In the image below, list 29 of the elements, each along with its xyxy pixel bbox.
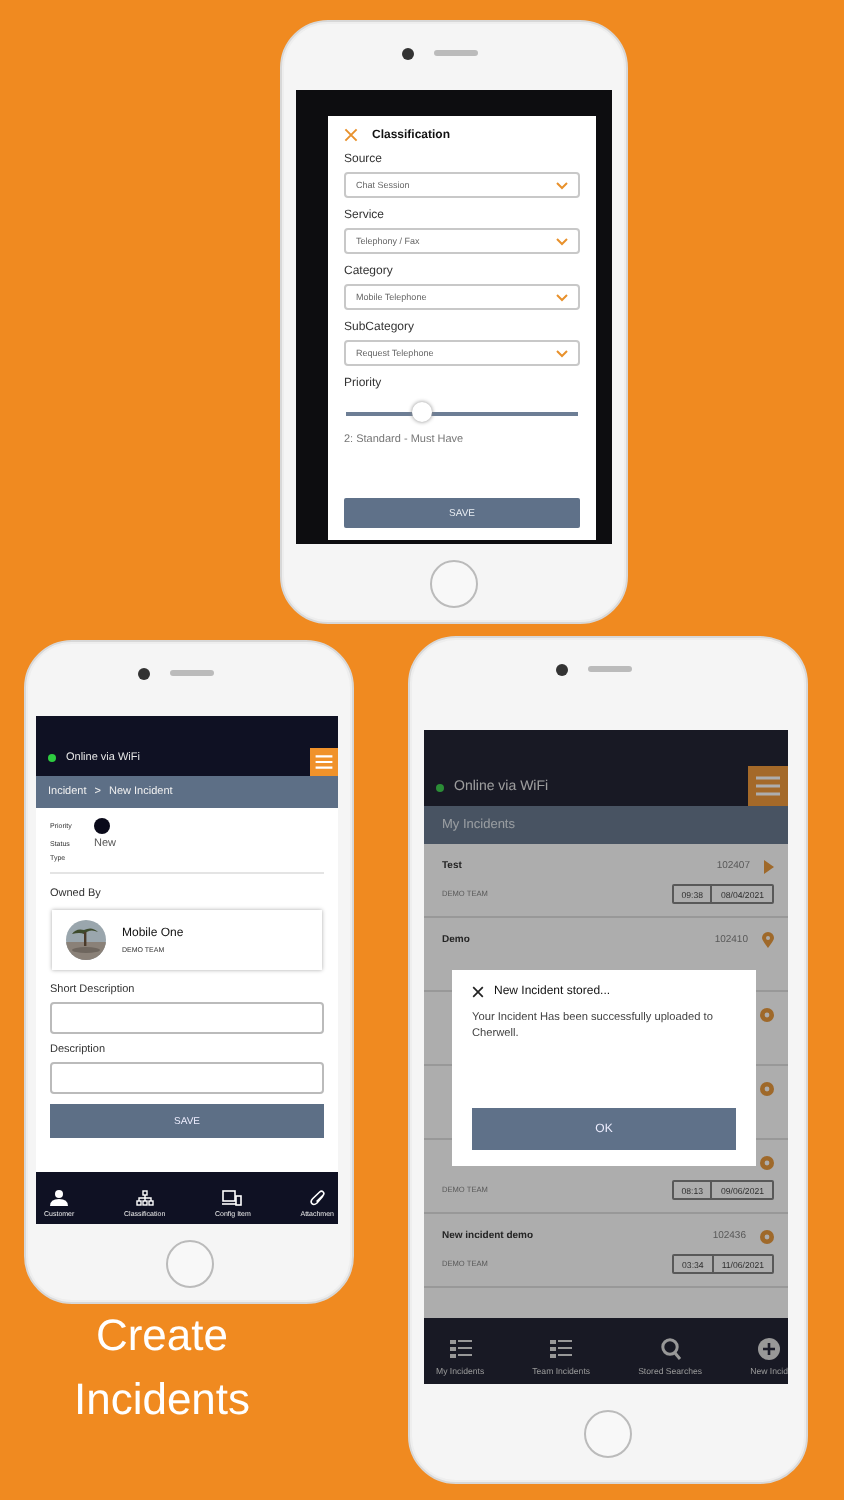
- chevron-down-icon: [556, 181, 568, 189]
- hierarchy-icon: [135, 1190, 154, 1206]
- add-icon: [758, 1338, 781, 1360]
- list-icon: [449, 1338, 472, 1360]
- list-icon: [550, 1338, 573, 1360]
- close-icon[interactable]: [472, 986, 484, 998]
- chevron-down-icon: [556, 237, 568, 245]
- status-dot-icon: [760, 1229, 774, 1243]
- chevron-down-icon: [556, 349, 568, 357]
- devices-icon: [222, 1190, 243, 1206]
- status-dot-icon: [760, 1155, 774, 1169]
- location-pin-icon: [762, 932, 774, 948]
- slider-thumb[interactable]: [412, 402, 433, 422]
- menu-icon[interactable]: [748, 766, 788, 806]
- priority-dot: [94, 818, 110, 834]
- menu-icon[interactable]: [310, 748, 338, 776]
- text-field[interactable]: [50, 1002, 324, 1034]
- status-dot-icon: [760, 1007, 774, 1021]
- play-icon: [764, 859, 774, 873]
- paperclip-icon: [309, 1190, 326, 1206]
- person-icon: [50, 1190, 69, 1206]
- speaker-grille: [588, 666, 632, 672]
- speaker-grille: [434, 50, 478, 56]
- promo-caption: Create Incidents: [71, 1308, 253, 1428]
- speaker-grille: [169, 670, 213, 676]
- search-icon: [659, 1338, 682, 1360]
- chevron-down-icon: [556, 293, 568, 301]
- text-field[interactable]: [50, 1062, 324, 1094]
- status-dot-icon: [760, 1081, 774, 1095]
